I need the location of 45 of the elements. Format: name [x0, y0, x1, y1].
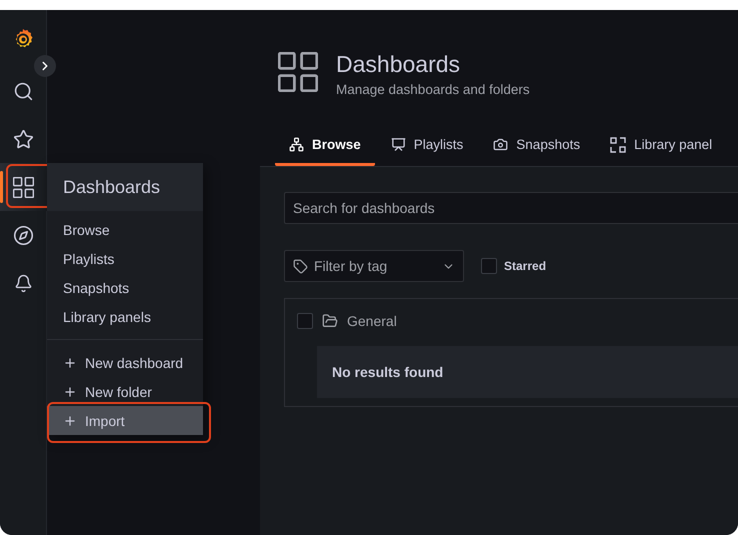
menu-item[interactable]: Browse [47, 215, 203, 244]
sitemap-icon [289, 137, 304, 152]
plus-icon [63, 414, 77, 428]
tab[interactable]: Snapshots [479, 126, 594, 166]
tab-label: Snapshots [516, 137, 580, 152]
menu-action[interactable]: New dashboard [47, 348, 203, 377]
empty-message: No results found [332, 364, 444, 380]
sidebar-item[interactable] [0, 163, 46, 211]
starred-checkbox[interactable] [481, 258, 497, 274]
menu-action-label: New folder [85, 384, 152, 400]
tag-icon [293, 258, 308, 274]
menu-item[interactable]: Playlists [47, 244, 203, 273]
folder-icon [322, 313, 338, 329]
folder-name[interactable]: General [347, 313, 397, 329]
menu-item[interactable]: Snapshots [47, 273, 203, 302]
search-icon[interactable] [12, 80, 34, 102]
presentation-icon [390, 137, 406, 152]
tag-filter-dropdown[interactable]: Filter by tag [284, 250, 464, 282]
page-title: Dashboards [336, 51, 462, 78]
plus-icon [63, 356, 77, 370]
menu-action-label: New dashboard [85, 354, 184, 370]
dashboards-page-icon [278, 52, 318, 92]
tab-label: Library panel [634, 137, 712, 152]
menu-title[interactable]: Dashboards [47, 163, 203, 211]
tag-filter-placeholder: Filter by tag [314, 258, 388, 274]
tab-label: Browse [312, 137, 361, 152]
library-panels-icon [610, 136, 626, 152]
expand-button[interactable] [34, 55, 56, 77]
tab-label: Playlists [414, 137, 464, 152]
menu-action[interactable]: Import [47, 406, 203, 435]
bell-icon[interactable] [14, 274, 32, 292]
menu-action-label: Import [85, 412, 125, 428]
plus-icon [63, 384, 77, 398]
starred-label: Starred [504, 259, 546, 273]
page-subtitle: Manage dashboards and folders [336, 82, 530, 97]
camera-icon [493, 137, 508, 152]
compass-icon[interactable] [12, 224, 34, 246]
menu-action[interactable]: New folder [47, 377, 203, 406]
menu-item[interactable]: Library panels [47, 302, 203, 331]
dashboards-icon[interactable] [12, 176, 34, 198]
tab[interactable]: Library panel [596, 126, 726, 166]
tab[interactable]: Playlists [376, 126, 478, 166]
star-icon[interactable] [12, 128, 34, 150]
folder-checkbox[interactable] [297, 313, 313, 329]
search-field[interactable]: Search for dashboards [284, 192, 738, 224]
